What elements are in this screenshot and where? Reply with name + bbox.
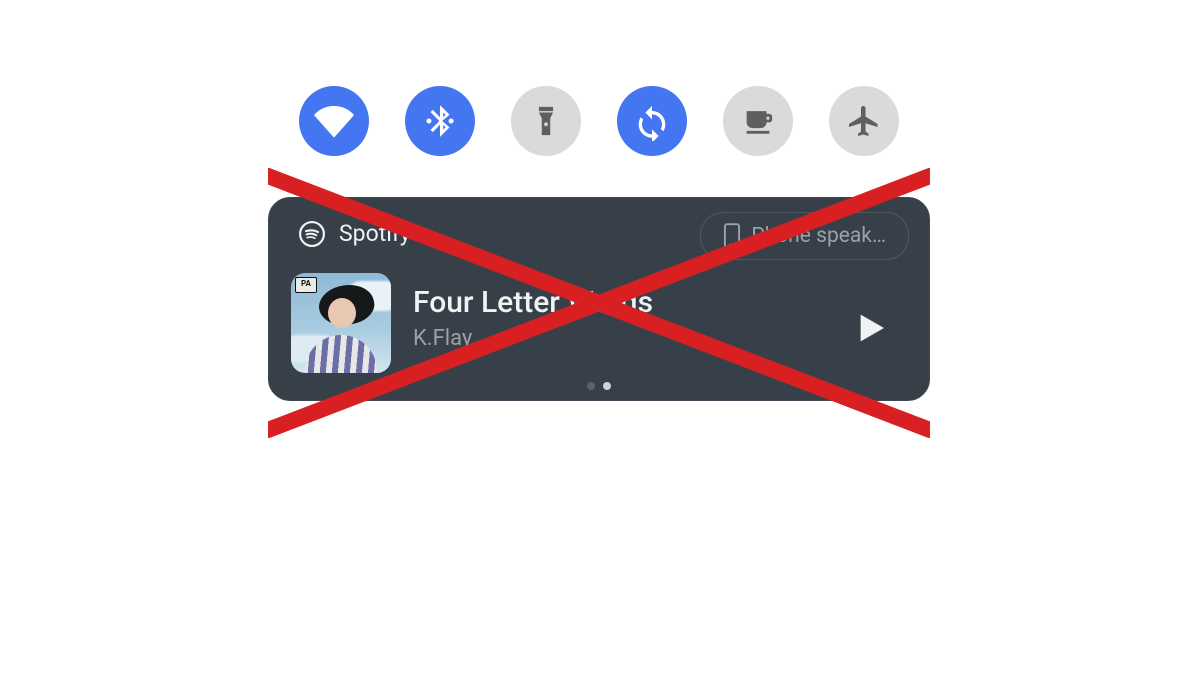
spotify-icon — [299, 221, 325, 247]
media-app-label: Spotify — [339, 220, 411, 247]
media-notification-card[interactable]: Spotify Phone speak… PA Four Letter Word… — [268, 197, 930, 401]
pager-dot[interactable] — [587, 382, 595, 390]
output-device-label: Phone speak… — [751, 224, 886, 248]
toggle-auto-rotate[interactable] — [617, 86, 687, 156]
coffee-cup-icon — [741, 104, 775, 138]
play-button[interactable] — [849, 308, 889, 348]
auto-rotate-icon — [632, 101, 672, 141]
toggle-caffeine[interactable] — [723, 86, 793, 156]
media-card-header: Spotify — [299, 220, 411, 247]
bluetooth-icon — [421, 102, 459, 140]
toggle-airplane-mode[interactable] — [829, 86, 899, 156]
track-artist: K.Flay — [413, 326, 472, 351]
phone-icon — [723, 223, 741, 249]
toggle-wifi[interactable] — [299, 86, 369, 156]
toggle-flashlight[interactable] — [511, 86, 581, 156]
track-title: Four Letter Words — [413, 285, 653, 320]
airplane-icon — [846, 103, 882, 139]
toggle-bluetooth[interactable] — [405, 86, 475, 156]
pager-dots — [587, 382, 611, 390]
stage: Spotify Phone speak… PA Four Letter Word… — [0, 0, 1200, 675]
output-device-chip[interactable]: Phone speak… — [700, 212, 909, 260]
parental-advisory-badge: PA — [295, 277, 317, 293]
flashlight-icon — [529, 104, 563, 138]
wifi-icon — [314, 101, 354, 141]
quick-settings-row — [299, 86, 899, 156]
pager-dot[interactable] — [603, 382, 611, 390]
album-art[interactable]: PA — [291, 273, 391, 373]
play-icon — [849, 308, 889, 348]
